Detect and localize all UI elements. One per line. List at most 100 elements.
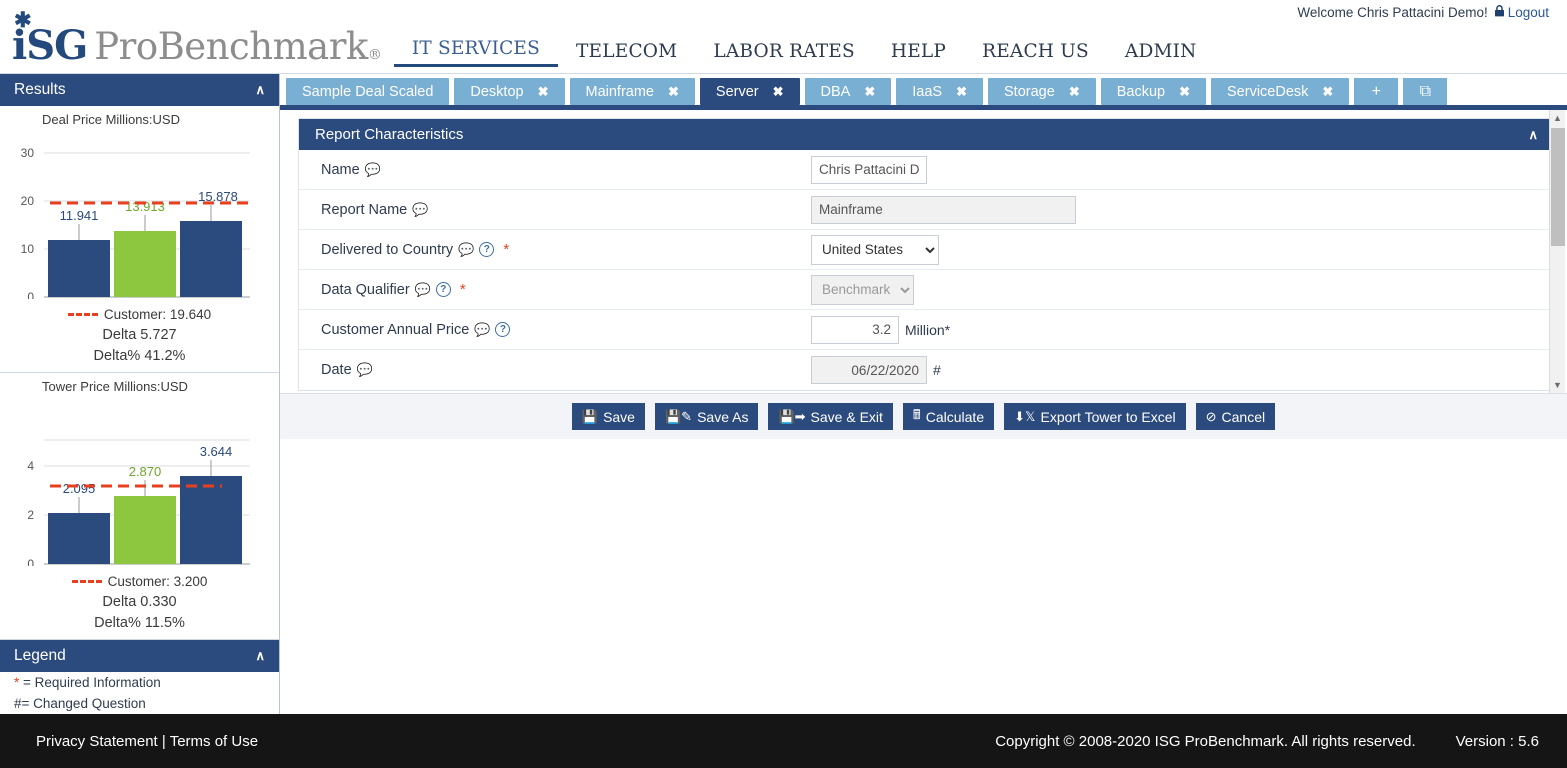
form-scrollbar[interactable]: ▲ ▼	[1549, 110, 1565, 393]
terms-of-use-link[interactable]: Terms of Use	[170, 733, 258, 750]
nav-item-it-services[interactable]: IT SERVICES	[394, 38, 558, 67]
tab-iaas[interactable]: IaaS ✖	[896, 78, 983, 105]
help-icon[interactable]: ?	[436, 282, 451, 297]
annual-price-input[interactable]	[811, 316, 899, 344]
close-icon[interactable]: ✖	[1069, 84, 1080, 100]
svg-text:30: 30	[21, 146, 35, 160]
scroll-up-arrow-icon[interactable]: ▲	[1550, 110, 1565, 126]
brand-name: ProBenchmark	[94, 25, 368, 68]
close-icon[interactable]: ✖	[1179, 84, 1190, 100]
chart-delta-percent: Delta% 11.5%	[0, 615, 279, 631]
tab-mainframe[interactable]: Mainframe ✖	[570, 78, 695, 105]
field-label: Date	[321, 362, 352, 378]
chevron-up-icon[interactable]: ∧	[255, 82, 265, 98]
section-header[interactable]: Report Characteristics ∧	[299, 119, 1554, 150]
nav-item-labor-rates[interactable]: LABOR RATES	[695, 41, 873, 67]
plus-icon: +	[1372, 83, 1381, 101]
chart-delta: Delta 0.330	[0, 594, 279, 610]
results-panel-title: Results	[14, 81, 66, 99]
tab-server[interactable]: Server ✖	[700, 78, 800, 105]
comment-bubble-icon[interactable]: 💬	[412, 202, 428, 218]
privacy-statement-link[interactable]: Privacy Statement	[36, 733, 158, 750]
footer-separator: |	[162, 733, 166, 750]
legend-panel-header[interactable]: Legend ∧	[0, 640, 279, 672]
country-select[interactable]: United States	[811, 235, 939, 265]
comment-bubble-icon[interactable]: 💬	[365, 162, 381, 178]
field-label: Customer Annual Price	[321, 322, 469, 338]
tab-storage[interactable]: Storage ✖	[988, 78, 1096, 105]
version-text: Version : 5.6	[1456, 733, 1539, 750]
name-input[interactable]	[811, 156, 927, 184]
chevron-up-icon[interactable]: ∧	[1528, 127, 1538, 143]
export-tower-to-excel-button[interactable]: ⬇𝕏 Export Tower to Excel	[1004, 403, 1186, 430]
button-label: Save As	[697, 409, 748, 425]
cancel-button[interactable]: ⊘ Cancel	[1196, 403, 1276, 430]
lock-icon	[1494, 5, 1505, 20]
page-footer: Privacy Statement | Terms of Use Copyrig…	[0, 714, 1567, 768]
field-label-wrap: Data Qualifier 💬 ? *	[321, 281, 811, 298]
help-icon[interactable]: ?	[495, 322, 510, 337]
field-label-wrap: Date 💬	[321, 362, 811, 378]
comment-bubble-icon[interactable]: 💬	[357, 362, 373, 378]
close-icon[interactable]: ✖	[864, 84, 875, 100]
save-button[interactable]: 💾 Save	[572, 403, 645, 430]
nav-item-help[interactable]: HELP	[873, 41, 964, 67]
comment-bubble-icon[interactable]: 💬	[474, 322, 490, 338]
action-bar: 💾 Save 💾✎ Save As 💾➡ Save & Exit 🖩 Calcu…	[280, 393, 1567, 439]
close-icon[interactable]: ✖	[956, 84, 967, 100]
masthead: ✱iSG ProBenchmark ® IT SERVICES TELECOM …	[0, 24, 1567, 74]
scroll-down-arrow-icon[interactable]: ▼	[1550, 377, 1565, 393]
data-qualifier-select[interactable]: Benchmark	[811, 275, 914, 305]
field-label: Delivered to Country	[321, 242, 453, 258]
svg-text:4: 4	[27, 459, 34, 473]
close-icon[interactable]: ✖	[1322, 84, 1333, 100]
tab-label: Mainframe	[586, 84, 655, 100]
main-content: Sample Deal Scaled Desktop ✖ Mainframe ✖…	[280, 74, 1567, 714]
field-row-name: Name 💬	[299, 150, 1554, 190]
svg-text:0: 0	[27, 290, 34, 299]
tab-servicedesk[interactable]: ServiceDesk ✖	[1211, 78, 1349, 105]
save-and-exit-button[interactable]: 💾➡ Save & Exit	[768, 403, 892, 430]
close-icon[interactable]: ✖	[538, 84, 549, 100]
results-panel-header[interactable]: Results ∧	[0, 74, 279, 106]
chevron-up-icon[interactable]: ∧	[255, 648, 265, 664]
tab-label: Server	[716, 84, 759, 100]
save-icon: 💾	[582, 409, 598, 425]
svg-text:2.095: 2.095	[63, 481, 96, 496]
svg-text:13.913: 13.913	[125, 199, 165, 214]
tab-dba[interactable]: DBA ✖	[805, 78, 892, 105]
brand-isg: ✱iSG	[12, 22, 87, 69]
body-split: Results ∧ Deal Price Millions:USD 30 20 …	[0, 74, 1567, 714]
tab-backup[interactable]: Backup ✖	[1101, 78, 1206, 105]
legend-body: * = Required Information #= Changed Ques…	[0, 672, 279, 714]
add-tab-button[interactable]: +	[1354, 78, 1398, 105]
help-icon[interactable]: ?	[479, 242, 494, 257]
duplicate-tab-button[interactable]: ⧉	[1403, 78, 1447, 105]
comment-bubble-icon[interactable]: 💬	[415, 282, 431, 298]
scrollbar-thumb[interactable]	[1551, 128, 1565, 246]
legend-item-required: * = Required Information	[0, 672, 279, 693]
nav-item-admin[interactable]: ADMIN	[1107, 41, 1215, 67]
tab-label: DBA	[821, 84, 851, 100]
calculate-button[interactable]: 🖩 Calculate	[903, 403, 994, 430]
tab-desktop[interactable]: Desktop ✖	[454, 78, 564, 105]
svg-text:3.644: 3.644	[200, 444, 233, 459]
svg-text:11.941: 11.941	[60, 208, 99, 223]
nav-item-telecom[interactable]: TELECOM	[558, 41, 695, 67]
comment-bubble-icon[interactable]: 💬	[458, 242, 474, 258]
close-icon[interactable]: ✖	[773, 84, 784, 100]
date-input[interactable]	[811, 356, 927, 384]
close-icon[interactable]: ✖	[668, 84, 679, 100]
tab-sample-deal-scaled[interactable]: Sample Deal Scaled	[286, 78, 449, 105]
report-name-input[interactable]	[811, 196, 1076, 224]
nav-item-reach-us[interactable]: REACH US	[964, 41, 1107, 67]
field-label: Report Name	[321, 202, 407, 218]
logout-link[interactable]: Logout	[1508, 5, 1549, 20]
svg-text:2: 2	[27, 508, 34, 522]
save-as-button[interactable]: 💾✎ Save As	[655, 403, 758, 430]
brand-logo[interactable]: ✱iSG ProBenchmark ®	[12, 22, 382, 69]
chart-reference-legend: Customer: 3.200	[0, 574, 279, 589]
section-title: Report Characteristics	[315, 126, 463, 143]
required-asterisk: *	[503, 241, 509, 258]
tab-label: Storage	[1004, 84, 1055, 100]
